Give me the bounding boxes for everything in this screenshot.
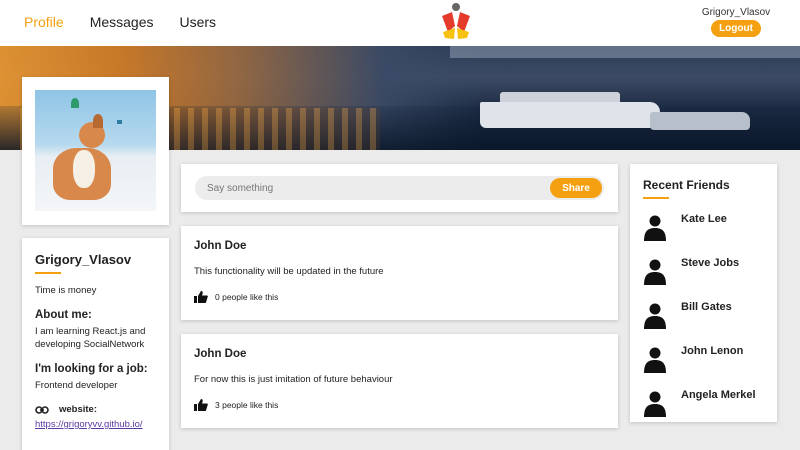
new-post-form: Share bbox=[181, 164, 618, 212]
thumbs-up-icon[interactable] bbox=[194, 291, 208, 303]
friend-item[interactable]: Angela Merkel bbox=[643, 387, 764, 417]
friend-item[interactable]: Bill Gates bbox=[643, 299, 764, 329]
friend-name: Kate Lee bbox=[681, 213, 727, 225]
user-avatar-icon bbox=[644, 347, 666, 373]
contact-label: website: bbox=[59, 404, 98, 415]
header-username: Grigory_Vlasov bbox=[701, 7, 771, 18]
friend-name: John Lenon bbox=[681, 345, 744, 357]
share-button[interactable]: Share bbox=[550, 178, 602, 198]
post-author: John Doe bbox=[194, 348, 247, 360]
app-logo-icon[interactable] bbox=[440, 2, 472, 40]
post-text: This functionality will be updated in th… bbox=[194, 266, 384, 277]
friend-name: Steve Jobs bbox=[681, 257, 740, 269]
avatar-card bbox=[22, 77, 169, 225]
post-text: For now this is just imitation of future… bbox=[194, 374, 393, 385]
post-author: John Doe bbox=[194, 240, 247, 252]
post-likes: 3 people like this bbox=[194, 399, 605, 411]
friend-item[interactable]: John Lenon bbox=[643, 343, 764, 373]
main-nav: Profile Messages Users bbox=[24, 14, 216, 30]
title-underline bbox=[35, 272, 61, 274]
user-avatar-icon bbox=[644, 215, 666, 241]
profile-info-card: Grigory_Vlasov Time is money About me: I… bbox=[22, 238, 169, 450]
user-avatar-icon bbox=[644, 259, 666, 285]
profile-status[interactable]: Time is money bbox=[35, 285, 156, 296]
friend-item[interactable]: Kate Lee bbox=[643, 211, 764, 241]
contact-website: website: bbox=[35, 404, 156, 415]
post-card: John Doe This functionality will be upda… bbox=[181, 226, 618, 320]
recent-friends-card: Recent Friends Kate Lee Steve Jobs Bill … bbox=[630, 164, 777, 422]
job-text: Frontend developer bbox=[35, 380, 118, 391]
nav-messages[interactable]: Messages bbox=[90, 14, 154, 30]
friend-name: Bill Gates bbox=[681, 301, 732, 313]
friends-title: Recent Friends bbox=[643, 178, 730, 192]
user-avatar-icon bbox=[644, 391, 666, 417]
likes-count: 0 people like this bbox=[215, 292, 279, 302]
likes-count: 3 people like this bbox=[215, 400, 279, 410]
nav-users[interactable]: Users bbox=[180, 14, 217, 30]
website-link[interactable]: https://grigoryvv.github.io/ bbox=[35, 419, 156, 430]
about-text: I am learning React.js and developing So… bbox=[35, 326, 146, 350]
job-heading: I'm looking for a job: bbox=[35, 363, 148, 375]
user-box: Grigory_Vlasov Logout bbox=[696, 7, 776, 37]
post-input[interactable] bbox=[195, 176, 604, 200]
title-underline bbox=[643, 197, 669, 199]
thumbs-up-icon[interactable] bbox=[194, 399, 208, 411]
user-avatar-icon bbox=[644, 303, 666, 329]
link-icon bbox=[35, 405, 49, 414]
profile-name: Grigory_Vlasov bbox=[35, 252, 132, 267]
friend-name: Angela Merkel bbox=[681, 389, 756, 401]
post-likes: 0 people like this bbox=[194, 291, 605, 303]
about-heading: About me: bbox=[35, 309, 92, 321]
logout-button[interactable]: Logout bbox=[711, 20, 761, 37]
friend-item[interactable]: Steve Jobs bbox=[643, 255, 764, 285]
profile-avatar bbox=[35, 90, 156, 211]
post-card: John Doe For now this is just imitation … bbox=[181, 334, 618, 428]
top-header: Profile Messages Users Grigory_Vlasov Lo… bbox=[0, 0, 800, 46]
nav-profile[interactable]: Profile bbox=[24, 14, 64, 30]
